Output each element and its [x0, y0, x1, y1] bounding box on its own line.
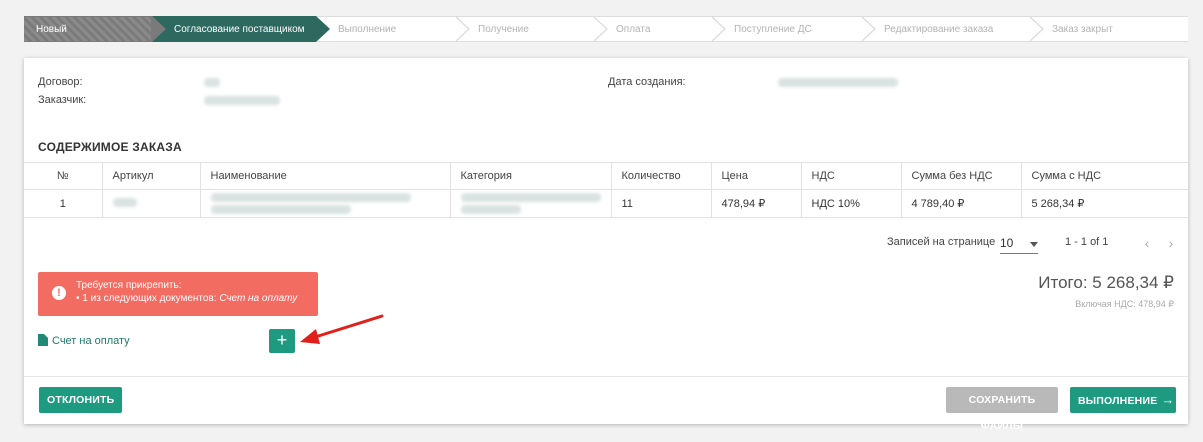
- customer-value-redacted: [204, 96, 280, 105]
- col-vat[interactable]: НДС: [800, 162, 902, 190]
- table-header-row: № Артикул Наименование Категория Количес…: [24, 162, 1188, 190]
- name-redacted-1: [210, 193, 411, 202]
- cell-quantity: 11: [610, 189, 712, 218]
- col-sum-vat[interactable]: Сумма с НДС: [1020, 162, 1188, 190]
- invoice-document-link[interactable]: Счет на оплату: [38, 334, 130, 347]
- order-items-table: № Артикул Наименование Категория Количес…: [24, 162, 1188, 218]
- col-category[interactable]: Категория: [449, 162, 612, 190]
- cell-sum-vat: 5 268,34 ₽: [1020, 189, 1188, 218]
- cell-sum-no-vat: 4 789,40 ₽: [900, 189, 1022, 218]
- name-redacted-2: [210, 205, 351, 214]
- col-sum-no-vat[interactable]: Сумма без НДС: [900, 162, 1022, 190]
- invoice-document-label: Счет на оплату: [52, 335, 130, 347]
- file-icon: [38, 334, 48, 346]
- save-files-button[interactable]: СОХРАНИТЬ ФАЙЛЫ: [946, 387, 1058, 432]
- per-page-select[interactable]: 10: [1000, 234, 1038, 254]
- cell-name: [199, 189, 451, 218]
- step-payment[interactable]: Оплата: [594, 16, 726, 42]
- footer-divider: [24, 376, 1188, 377]
- step-funds-receipt[interactable]: Поступление ДС: [712, 16, 876, 42]
- per-page-label: Записей на странице: [887, 236, 996, 248]
- article-redacted: [112, 197, 137, 207]
- contract-value-redacted: [204, 78, 220, 87]
- contract-label: Договор:: [38, 76, 83, 88]
- col-price[interactable]: Цена: [710, 162, 802, 190]
- step-supplier-approval[interactable]: Согласование поставщиком: [152, 16, 330, 42]
- col-quantity[interactable]: Количество: [610, 162, 712, 190]
- add-document-button[interactable]: +: [269, 329, 295, 353]
- page-range: 1 - 1 of 1: [1065, 236, 1109, 248]
- step-execution[interactable]: Выполнение: [316, 16, 470, 42]
- order-content-title: СОДЕРЖИМОЕ ЗАКАЗА: [38, 140, 182, 154]
- alert-title: Требуется прикрепить:: [76, 280, 182, 291]
- arrow-right-icon: →: [1161, 392, 1175, 407]
- cell-vat: НДС 10%: [800, 189, 902, 218]
- table-row[interactable]: 1 11 478,94 ₽ НДС 10% 4 789,40 ₽ 5 268,3…: [24, 189, 1188, 218]
- step-order-editing[interactable]: Редактирование заказа: [862, 16, 1044, 42]
- step-new[interactable]: Новый: [24, 16, 166, 42]
- alert-line: • 1 из следующих документов: Счет на опл…: [76, 293, 297, 304]
- next-page-button[interactable]: ›: [1164, 235, 1178, 251]
- red-arrow-annotation-icon: [300, 314, 384, 344]
- col-number[interactable]: №: [24, 162, 103, 190]
- exclamation-icon: !: [52, 286, 66, 300]
- vat-included-note: Включая НДС: 478,94 ₽: [1075, 299, 1174, 309]
- order-card: Договор: Заказчик: Дата создания: СОДЕРЖ…: [24, 58, 1188, 432]
- execute-button-label: ВЫПОЛНЕНИЕ: [1078, 395, 1158, 407]
- alert-document-name: Счет на оплату: [219, 293, 298, 304]
- cell-price: 478,94 ₽: [710, 189, 802, 218]
- step-receiving[interactable]: Получение: [456, 16, 608, 42]
- alert-line-prefix: • 1 из следующих документов:: [76, 293, 217, 304]
- cell-category: [449, 189, 612, 218]
- col-article[interactable]: Артикул: [101, 162, 201, 190]
- required-documents-alert: ! Требуется прикрепить: • 1 из следующих…: [38, 272, 318, 316]
- category-redacted-2: [460, 205, 521, 214]
- per-page-value: 10: [1000, 236, 1014, 250]
- order-total: Итого: 5 268,34 ₽: [1038, 273, 1174, 292]
- cell-number: 1: [24, 189, 103, 218]
- step-order-closed[interactable]: Заказ закрыт: [1030, 16, 1188, 42]
- created-date-value-redacted: [778, 78, 898, 87]
- reject-button[interactable]: ОТКЛОНИТЬ: [39, 387, 123, 413]
- status-stepper: Новый Согласование поставщиком Выполнени…: [24, 16, 1188, 42]
- execute-button[interactable]: ВЫПОЛНЕНИЕ →: [1070, 387, 1176, 413]
- category-redacted-1: [460, 193, 601, 202]
- prev-page-button[interactable]: ‹: [1140, 235, 1154, 251]
- chevron-down-icon: [1030, 242, 1038, 247]
- customer-label: Заказчик:: [38, 94, 87, 106]
- col-name[interactable]: Наименование: [199, 162, 451, 190]
- cell-article: [101, 189, 201, 218]
- created-date-label: Дата создания:: [608, 76, 686, 88]
